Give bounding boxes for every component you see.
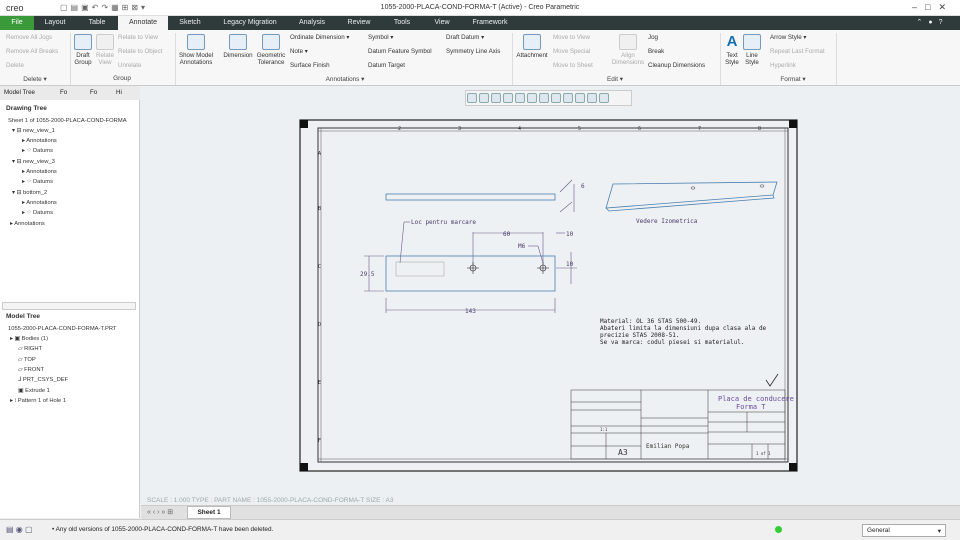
note-line: Se va marca: codul piesei si materialul.: [600, 339, 745, 346]
filter-value: General: [867, 527, 890, 534]
title-part-name: Placa de conducere: [718, 395, 794, 403]
dimension-10-b[interactable]: 10: [566, 261, 574, 268]
col-label: 7: [698, 126, 701, 132]
col-label: 4: [518, 126, 521, 132]
dimension-60[interactable]: 60: [503, 231, 511, 238]
row-label: B: [318, 206, 321, 212]
drawing-sheet: 2 3 4 5 6 7 8 A B C D E F Loc pentru mar…: [299, 119, 798, 472]
col-label: 8: [758, 126, 761, 132]
status-bar: ▤ ◉ ▢ • Any old versions of 1055-2000-PL…: [0, 519, 960, 540]
regen-status-light: [775, 526, 782, 533]
title-author: Emilian Popa: [646, 443, 690, 450]
note-line: Abateri limita la dimensiuni dupa clasa …: [600, 325, 767, 332]
selection-filter[interactable]: General ▾: [862, 524, 946, 537]
dimension-m6[interactable]: M6: [518, 243, 526, 250]
dimension-29-5[interactable]: 29.5: [360, 271, 375, 278]
title-scale: 1:1: [600, 427, 608, 432]
dimension-10-a[interactable]: 10: [566, 231, 574, 238]
row-label: D: [318, 322, 321, 328]
row-label: E: [318, 380, 321, 386]
isometric-view-label: Vedere Izometrica: [636, 218, 698, 225]
sheet-tabs-bar: « ‹ › » ⊞ Sheet 1: [141, 505, 960, 519]
col-label: 2: [398, 126, 401, 132]
sheet-navigation[interactable]: « ‹ › » ⊞: [147, 508, 173, 516]
col-label: 3: [458, 126, 461, 132]
title-sheet-number: 1 of 1: [756, 451, 771, 456]
status-message: • Any old versions of 1055-2000-PLACA-CO…: [52, 526, 274, 533]
col-label: 5: [578, 126, 581, 132]
col-label: 6: [638, 126, 641, 132]
dimension-143[interactable]: 143: [465, 308, 476, 315]
title-sheet-size: A3: [618, 448, 628, 457]
sheet-info: SCALE : 1.000 TYPE : PART NAME : 1055-20…: [141, 492, 960, 506]
title-part-name-2: Forma T: [736, 403, 766, 411]
row-label: C: [318, 264, 321, 270]
row-label: A: [318, 151, 321, 157]
row-label: F: [318, 438, 321, 444]
status-icons[interactable]: ▤ ◉ ▢: [6, 525, 33, 534]
chevron-down-icon: ▾: [937, 528, 941, 535]
sheet-tab-1[interactable]: Sheet 1: [187, 506, 231, 519]
note-marking-location[interactable]: Loc pentru marcare: [411, 219, 476, 226]
note-line: Material: OL 36 STAS 500-49.: [600, 318, 701, 325]
note-line: precizie STAS 2008-51.: [600, 332, 679, 339]
dimension-6[interactable]: 6: [581, 183, 585, 190]
